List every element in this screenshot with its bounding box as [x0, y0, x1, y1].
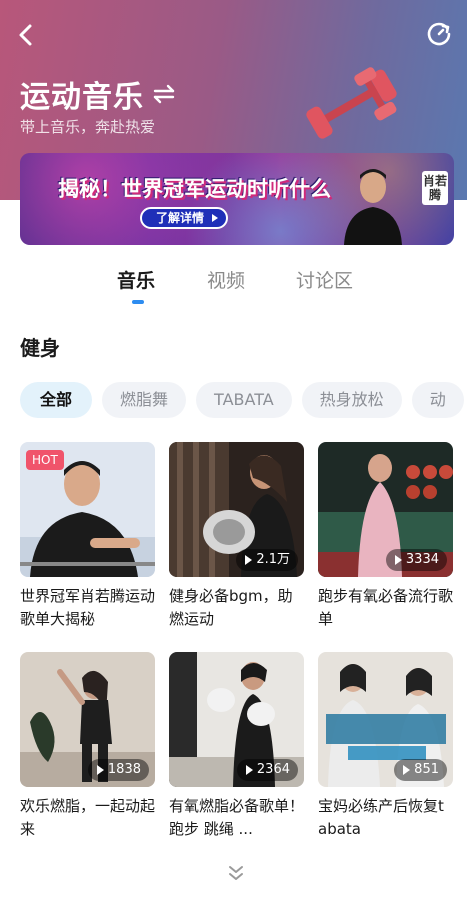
card-title: 宝妈必练产后恢复tabata	[318, 797, 444, 838]
banner-person-photo	[344, 169, 402, 245]
playlist-card[interactable]: HOT 世界冠军肖若腾运动歌单大揭秘	[20, 442, 155, 631]
back-arrow-icon[interactable]	[14, 22, 40, 48]
chip-warmup-relax[interactable]: 热身放松	[301, 382, 402, 418]
chevron-double-down-icon[interactable]	[228, 864, 244, 882]
play-count-badge: 3334	[385, 549, 447, 571]
playlist-card[interactable]: 2.1万 健身必备bgm，助燃运动	[169, 442, 304, 631]
playlist-card[interactable]: 3334 跑步有氧必备流行歌单	[318, 442, 453, 631]
tab-music[interactable]: 音乐	[117, 266, 155, 293]
card-title: 健身必备bgm，助燃运动	[169, 587, 293, 628]
tab-active-indicator	[132, 300, 144, 304]
card-thumbnail[interactable]: 2.1万	[169, 442, 304, 577]
chip-all[interactable]: 全部	[20, 382, 93, 418]
section-title: 健身	[20, 336, 60, 360]
promo-banner[interactable]: 揭秘！世界冠军运动时听什么 了解详情 肖若腾	[20, 153, 454, 245]
content-tabs: 音乐 视频 讨论区	[0, 266, 467, 306]
filter-chips: 全部 燃脂舞 TABATA 热身放松动	[20, 382, 467, 420]
tab-video[interactable]: 视频	[207, 266, 245, 293]
swap-icon[interactable]	[152, 82, 176, 106]
card-title: 跑步有氧必备流行歌单	[318, 587, 453, 628]
dumbbell-illustration	[306, 67, 397, 139]
play-count-badge: 851	[394, 759, 447, 781]
playlist-card[interactable]: 851 宝妈必练产后恢复tabata	[318, 652, 453, 841]
page-subtitle: 带上音乐，奔赴热爱	[20, 118, 156, 136]
chip-more[interactable]: 动	[411, 382, 464, 418]
playlist-card[interactable]: 1838 欢乐燃脂，一起动起来	[20, 652, 155, 841]
card-thumbnail[interactable]: HOT	[20, 442, 155, 577]
card-title: 欢乐燃脂，一起动起来	[20, 797, 155, 838]
banner-headline: 揭秘！世界冠军运动时听什么	[58, 177, 331, 201]
card-title: 有氧燃脂必备歌单！跑步 跳绳 ...	[169, 797, 304, 838]
card-thumbnail[interactable]: 3334	[318, 442, 453, 577]
refresh-icon[interactable]	[425, 20, 453, 48]
banner-name-tag: 肖若腾	[422, 171, 448, 205]
play-count-badge: 2364	[236, 759, 298, 781]
hot-badge: HOT	[26, 450, 64, 470]
page-title: 运动音乐	[20, 80, 144, 115]
card-thumbnail[interactable]: 851	[318, 652, 453, 787]
tab-discussion[interactable]: 讨论区	[296, 266, 353, 293]
chip-fat-burning-dance[interactable]: 燃脂舞	[102, 382, 187, 418]
card-thumbnail[interactable]: 2364	[169, 652, 304, 787]
playlist-card[interactable]: 2364 有氧燃脂必备歌单！跑步 跳绳 ...	[169, 652, 304, 841]
play-count-badge: 1838	[87, 759, 149, 781]
play-count-badge: 2.1万	[236, 549, 298, 571]
card-thumbnail[interactable]: 1838	[20, 652, 155, 787]
title-row: 运动音乐	[20, 72, 176, 116]
card-title: 世界冠军肖若腾运动歌单大揭秘	[20, 587, 155, 628]
banner-cta-button[interactable]: 了解详情	[140, 207, 229, 229]
chip-tabata[interactable]: TABATA	[196, 382, 292, 418]
